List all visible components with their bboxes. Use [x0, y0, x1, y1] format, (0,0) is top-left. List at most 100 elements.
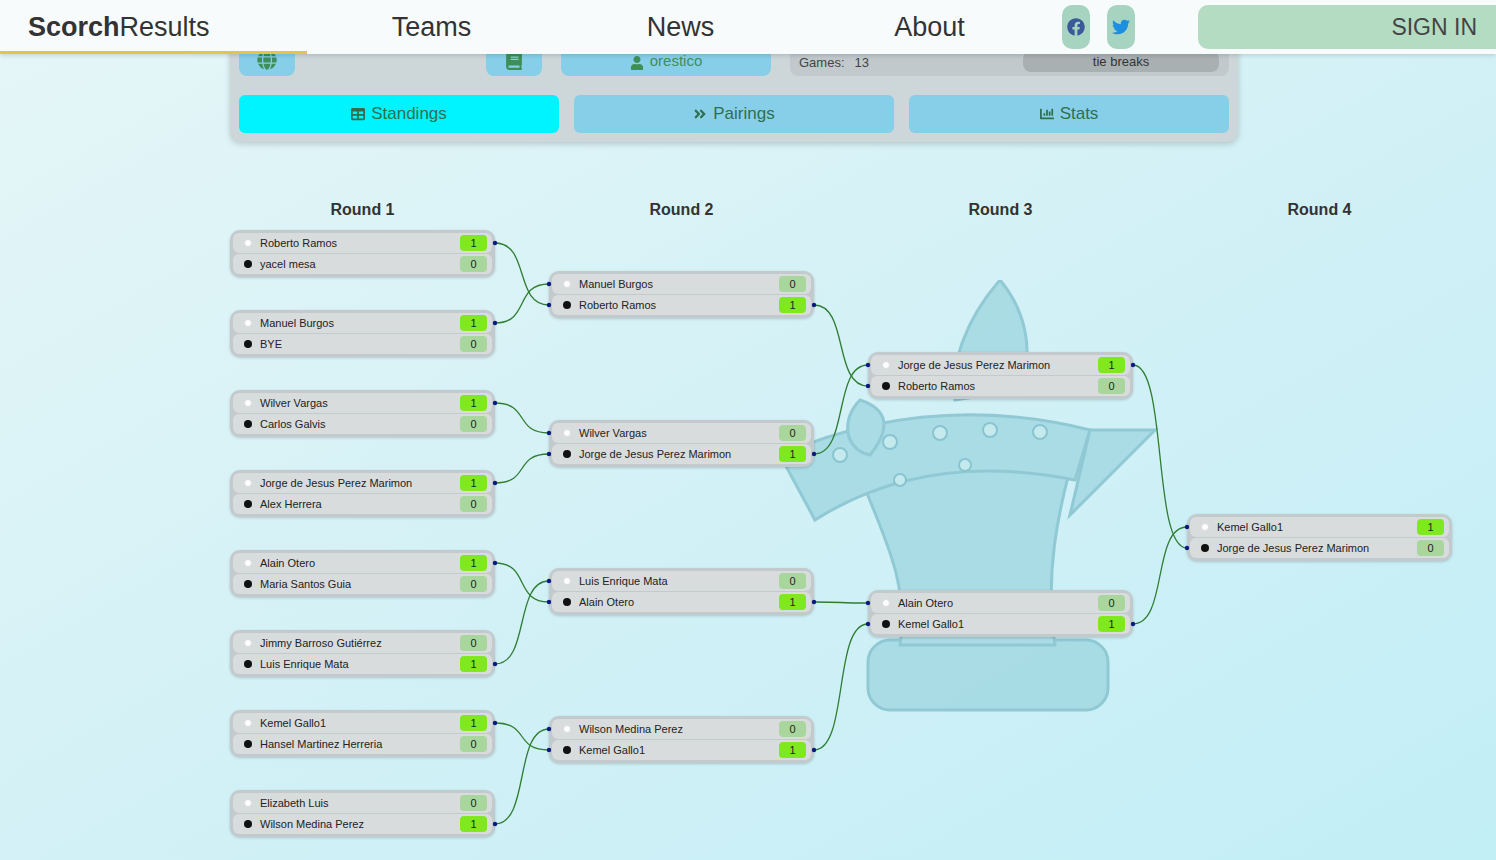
piece-marker	[244, 319, 252, 327]
player-name: Alain Otero	[898, 595, 1098, 612]
active-underline	[0, 51, 307, 54]
nav-link[interactable]: News	[556, 7, 805, 48]
player-row[interactable]: Manuel Burgos1	[233, 313, 492, 333]
player-name: Hansel Martinez Herreria	[260, 736, 460, 753]
piece-marker	[244, 580, 252, 588]
player-name: Roberto Ramos	[260, 235, 460, 252]
facebook-button[interactable]	[1062, 5, 1090, 49]
player-row[interactable]: Alain Otero0	[871, 593, 1130, 613]
score-badge: 1	[460, 816, 487, 833]
piece-marker	[244, 420, 252, 428]
piece-marker	[882, 620, 890, 628]
player-name: Manuel Burgos	[579, 276, 779, 293]
score-badge: 0	[1098, 595, 1125, 612]
player-row[interactable]: Wilson Medina Perez0	[552, 719, 811, 739]
player-name: Alain Otero	[579, 594, 779, 611]
player-row[interactable]: Luis Enrique Mata1	[233, 654, 492, 674]
player-row[interactable]: Jorge de Jesus Perez Marimon0	[1190, 538, 1449, 558]
player-name: Wilver Vargas	[260, 395, 460, 412]
player-row[interactable]: Alain Otero1	[552, 592, 811, 612]
round-header: Round 4	[1187, 200, 1452, 220]
score-badge: 1	[1417, 519, 1444, 536]
match-card: Kemel Gallo11Hansel Martinez Herreria0	[230, 710, 495, 757]
player-name: Carlos Galvis	[260, 416, 460, 433]
player-name: Alain Otero	[260, 555, 460, 572]
piece-marker	[882, 599, 890, 607]
player-row[interactable]: Roberto Ramos0	[871, 376, 1130, 396]
piece-marker	[244, 500, 252, 508]
tab-icon	[1040, 107, 1054, 121]
match-card: Alain Otero0Kemel Gallo11	[868, 590, 1133, 637]
player-row[interactable]: Alain Otero1	[233, 553, 492, 573]
player-row[interactable]: Kemel Gallo11	[1190, 517, 1449, 537]
piece-marker	[1201, 544, 1209, 552]
nav-link[interactable]: Teams	[307, 7, 556, 48]
match-card: Wilver Vargas1Carlos Galvis0	[230, 390, 495, 437]
twitter-button[interactable]	[1107, 5, 1135, 49]
player-row[interactable]: Jorge de Jesus Perez Marimon1	[871, 355, 1130, 375]
logo[interactable]: ScorchResults	[0, 0, 307, 54]
match-card: Manuel Burgos1BYE0	[230, 310, 495, 357]
nav-link[interactable]: About	[805, 7, 1054, 48]
score-badge: 0	[1098, 378, 1125, 395]
match-card: Alain Otero1Maria Santos Guia0	[230, 550, 495, 597]
player-row[interactable]: Wilver Vargas1	[233, 393, 492, 413]
player-row[interactable]: Maria Santos Guia0	[233, 574, 492, 594]
piece-marker	[882, 382, 890, 390]
sign-in-button[interactable]: SIGN IN	[1198, 5, 1496, 49]
player-row[interactable]: Jorge de Jesus Perez Marimon1	[552, 444, 811, 464]
view-tab[interactable]: Stats	[909, 95, 1229, 133]
match-card: Kemel Gallo11Jorge de Jesus Perez Marimo…	[1187, 514, 1452, 561]
player-name: Kemel Gallo1	[579, 742, 779, 759]
player-row[interactable]: Wilson Medina Perez1	[233, 814, 492, 834]
round-header: Round 3	[868, 200, 1133, 220]
player-row[interactable]: Wilver Vargas0	[552, 423, 811, 443]
player-row[interactable]: Manuel Burgos0	[552, 274, 811, 294]
view-tabs: Standings Pairings Stats	[239, 95, 1229, 133]
player-row[interactable]: Carlos Galvis0	[233, 414, 492, 434]
piece-marker	[563, 301, 571, 309]
player-row[interactable]: Hansel Martinez Herreria0	[233, 734, 492, 754]
score-badge: 0	[460, 416, 487, 433]
score-badge: 1	[460, 656, 487, 673]
score-badge: 1	[779, 297, 806, 314]
player-row[interactable]: yacel mesa0	[233, 254, 492, 274]
player-name: Jimmy Barroso Gutiérrez	[260, 635, 460, 652]
score-badge: 1	[460, 395, 487, 412]
piece-marker	[563, 429, 571, 437]
player-name: Luis Enrique Mata	[260, 656, 460, 673]
match-card: Jimmy Barroso Gutiérrez0Luis Enrique Mat…	[230, 630, 495, 677]
score-badge: 0	[460, 256, 487, 273]
bracket: Round 1Round 2Round 3Round 4Roberto Ramo…	[230, 200, 1452, 850]
piece-marker	[563, 598, 571, 606]
player-row[interactable]: Jimmy Barroso Gutiérrez0	[233, 633, 492, 653]
player-row[interactable]: Elizabeth Luis0	[233, 793, 492, 813]
score-badge: 1	[1098, 616, 1125, 633]
score-badge: 0	[460, 736, 487, 753]
player-name: Kemel Gallo1	[898, 616, 1098, 633]
player-name: Wilver Vargas	[579, 425, 779, 442]
piece-marker	[244, 799, 252, 807]
player-row[interactable]: Roberto Ramos1	[552, 295, 811, 315]
tab-icon	[351, 107, 365, 121]
view-tab[interactable]: Pairings	[574, 95, 894, 133]
player-row[interactable]: Kemel Gallo11	[233, 713, 492, 733]
tab-icon	[693, 107, 707, 121]
top-nav: ScorchResultsTeamsNewsAbout SIGN IN	[0, 0, 1496, 54]
player-row[interactable]: BYE0	[233, 334, 492, 354]
twitter-icon	[1112, 18, 1130, 36]
bracket-canvas: Roberto Ramos1yacel mesa0Manuel Burgos1B…	[230, 230, 1452, 850]
player-name: Jorge de Jesus Perez Marimon	[260, 475, 460, 492]
player-row[interactable]: Roberto Ramos1	[233, 233, 492, 253]
piece-marker	[244, 340, 252, 348]
piece-marker	[244, 479, 252, 487]
player-row[interactable]: Jorge de Jesus Perez Marimon1	[233, 473, 492, 493]
view-tab[interactable]: Standings	[239, 95, 559, 133]
piece-marker	[563, 725, 571, 733]
player-row[interactable]: Kemel Gallo11	[871, 614, 1130, 634]
player-row[interactable]: Luis Enrique Mata0	[552, 571, 811, 591]
piece-marker	[244, 719, 252, 727]
user-icon	[630, 56, 644, 70]
player-row[interactable]: Kemel Gallo11	[552, 740, 811, 760]
player-row[interactable]: Alex Herrera0	[233, 494, 492, 514]
